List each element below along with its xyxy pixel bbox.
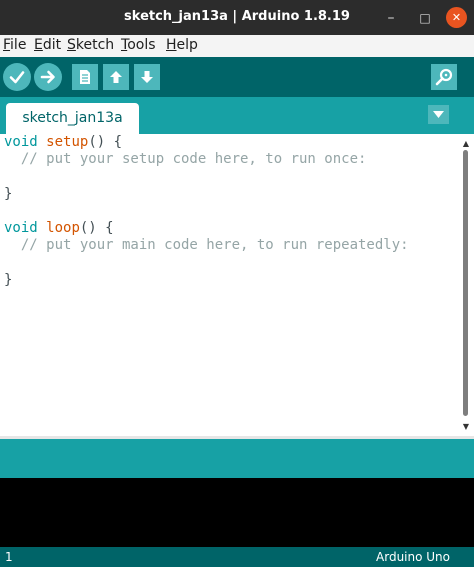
console-output[interactable] bbox=[0, 478, 474, 547]
vertical-scrollbar[interactable]: ▲ ▼ bbox=[458, 134, 474, 436]
code-line: } bbox=[4, 185, 13, 202]
board-name: Arduino Uno bbox=[376, 550, 450, 564]
menu-edit[interactable]: Edit bbox=[34, 37, 61, 53]
toolbar bbox=[0, 57, 474, 97]
scroll-up-icon[interactable]: ▲ bbox=[458, 137, 474, 149]
code-line: void loop() { bbox=[4, 220, 114, 237]
open-button[interactable] bbox=[103, 64, 129, 90]
new-file-icon bbox=[80, 70, 90, 84]
maximize-button[interactable]: □ bbox=[414, 0, 436, 35]
verify-button[interactable] bbox=[3, 63, 31, 91]
title-bar: sketch_jan13a | Arduino 1.8.19 – □ ✕ bbox=[0, 0, 474, 35]
code-text: void setup() { // put your setup code he… bbox=[4, 134, 409, 289]
menu-bar: File Edit Sketch Tools Help bbox=[0, 35, 474, 57]
menu-tools[interactable]: Tools bbox=[121, 37, 156, 53]
scroll-down-icon[interactable]: ▼ bbox=[458, 420, 474, 432]
menu-help-label: elp bbox=[176, 37, 198, 53]
menu-edit-label: dit bbox=[42, 37, 62, 53]
menu-file[interactable]: File bbox=[3, 37, 26, 53]
magnifier-icon bbox=[435, 68, 453, 86]
menu-sketch-label: ketch bbox=[75, 37, 115, 53]
code-editor[interactable]: void setup() { // put your setup code he… bbox=[0, 134, 458, 436]
bottom-status-bar: 1 Arduino Uno bbox=[0, 547, 474, 567]
message-area bbox=[0, 439, 474, 478]
minimize-button[interactable]: – bbox=[380, 0, 402, 35]
menu-help[interactable]: Help bbox=[166, 37, 198, 53]
scrollbar-thumb[interactable] bbox=[463, 150, 468, 416]
upload-button[interactable] bbox=[34, 63, 62, 91]
menu-tools-label: ools bbox=[127, 37, 156, 53]
arrow-down-icon bbox=[141, 71, 153, 83]
chevron-down-icon bbox=[433, 111, 444, 118]
close-button[interactable]: ✕ bbox=[446, 7, 467, 28]
menu-file-label: ile bbox=[10, 37, 27, 53]
menu-file-mnemonic: F bbox=[3, 37, 11, 53]
code-line: // put your setup code here, to run once… bbox=[20, 151, 367, 168]
menu-edit-mnemonic: E bbox=[34, 37, 43, 53]
menu-sketch[interactable]: Sketch bbox=[67, 37, 114, 53]
arrow-up-icon bbox=[110, 71, 122, 83]
tab-sketch[interactable]: sketch_jan13a bbox=[6, 103, 139, 134]
code-line: // put your main code here, to run repea… bbox=[20, 237, 409, 254]
window-title: sketch_jan13a | Arduino 1.8.19 bbox=[124, 9, 350, 24]
menu-sketch-mnemonic: S bbox=[67, 37, 76, 53]
menu-help-mnemonic: H bbox=[166, 37, 177, 53]
code-line: } bbox=[4, 271, 13, 288]
line-number: 1 bbox=[5, 550, 13, 564]
new-button[interactable] bbox=[72, 64, 98, 90]
code-line: void setup() { bbox=[4, 134, 123, 150]
save-button[interactable] bbox=[134, 64, 160, 90]
tab-bar: sketch_jan13a bbox=[0, 97, 474, 134]
tab-menu-button[interactable] bbox=[428, 105, 449, 124]
check-icon bbox=[9, 71, 25, 84]
arrow-right-icon bbox=[40, 70, 55, 84]
serial-monitor-button[interactable] bbox=[431, 64, 457, 90]
